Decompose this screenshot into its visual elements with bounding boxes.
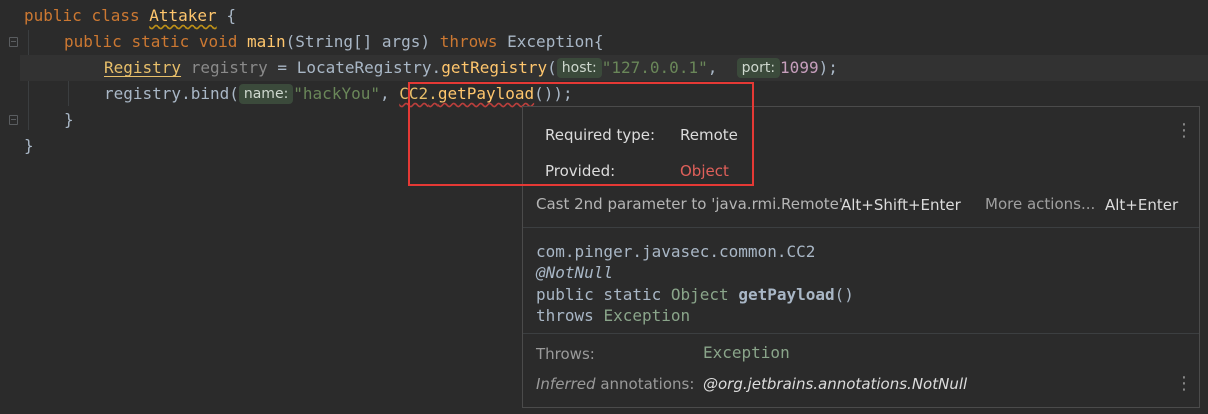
- code-line-3[interactable]: Registry registry = LocateRegistry.getRe…: [104, 55, 838, 81]
- string-literal: "127.0.0.1": [601, 58, 708, 77]
- doc-parens: (): [834, 285, 854, 304]
- quick-fix-shortcut: Alt+Shift+Enter: [841, 196, 961, 214]
- variable: registry: [190, 58, 268, 77]
- comma: ,: [707, 58, 718, 77]
- brace: }: [64, 110, 74, 129]
- parameter-hint: host:: [556, 58, 602, 78]
- inferred-italic: Inferred: [536, 375, 596, 393]
- keyword: public: [24, 6, 82, 25]
- parameters: (String[] args): [285, 32, 431, 51]
- code-line-6[interactable]: }: [24, 133, 34, 159]
- number-literal: 1099: [780, 58, 819, 77]
- string-literal: "hackYou": [293, 84, 380, 103]
- class-name[interactable]: Attaker: [149, 6, 216, 25]
- divider: [523, 227, 1199, 228]
- doc-exception-link[interactable]: Exception: [603, 306, 690, 325]
- brace: }: [24, 136, 34, 155]
- code-line-5[interactable]: }: [64, 107, 74, 133]
- more-options-icon[interactable]: ⋮: [1175, 375, 1193, 393]
- method-call[interactable]: getRegistry: [441, 58, 547, 77]
- doc-qualified-name: com.pinger.javasec.common.CC2: [536, 242, 816, 261]
- fold-icon[interactable]: [9, 115, 18, 125]
- more-actions-shortcut: Alt+Enter: [1105, 196, 1179, 214]
- annotations-word: annotations:: [600, 375, 695, 393]
- keyword: void: [198, 32, 238, 51]
- doc-modifiers: public static: [536, 285, 662, 304]
- more-options-icon[interactable]: ⋮: [1175, 122, 1193, 140]
- doc-annotation: @NotNull: [536, 263, 614, 282]
- inferred-annotation-value: @org.jetbrains.annotations.NotNull: [703, 375, 968, 393]
- brace: {: [593, 32, 604, 51]
- parameter-hint: port:: [736, 58, 781, 78]
- parameter-hint: name:: [238, 84, 294, 104]
- method-name[interactable]: main: [247, 32, 286, 51]
- more-actions-link[interactable]: More actions...: [985, 195, 1095, 213]
- exception-type[interactable]: Exception: [507, 32, 594, 51]
- highlight-box: [408, 82, 754, 186]
- brace: {: [226, 6, 236, 25]
- doc-return-type[interactable]: Object: [671, 285, 729, 304]
- paren: );: [818, 58, 838, 77]
- keyword: public: [64, 32, 122, 51]
- paren: (: [547, 58, 557, 77]
- operator: =: [277, 58, 288, 77]
- inferred-annotations-label: Inferred annotations:: [536, 375, 694, 393]
- method-call[interactable]: registry.bind(: [104, 84, 239, 103]
- class-reference[interactable]: LocateRegistry: [297, 58, 432, 77]
- doc-throws-line: throws Exception: [536, 306, 690, 325]
- editor-gutter: [0, 0, 20, 414]
- type-name[interactable]: Registry: [104, 58, 181, 77]
- fold-icon[interactable]: [9, 37, 18, 47]
- comma: ,: [379, 84, 390, 103]
- code-line-2[interactable]: public static void main(String[] args) t…: [64, 29, 604, 55]
- quick-fix-action-link[interactable]: Cast 2nd parameter to 'java.rmi.Remote': [536, 195, 843, 213]
- code-line-1[interactable]: public class Attaker {: [24, 3, 236, 29]
- keyword: class: [91, 6, 140, 25]
- divider: [523, 333, 1199, 334]
- keyword: static: [131, 32, 190, 51]
- doc-method-name: getPayload: [738, 285, 835, 304]
- keyword: throws: [439, 32, 498, 51]
- doc-throws-keyword: throws: [536, 306, 594, 325]
- throws-value-link[interactable]: Exception: [703, 343, 790, 362]
- doc-signature: public static Object getPayload(): [536, 285, 854, 304]
- throws-label: Throws:: [536, 345, 595, 363]
